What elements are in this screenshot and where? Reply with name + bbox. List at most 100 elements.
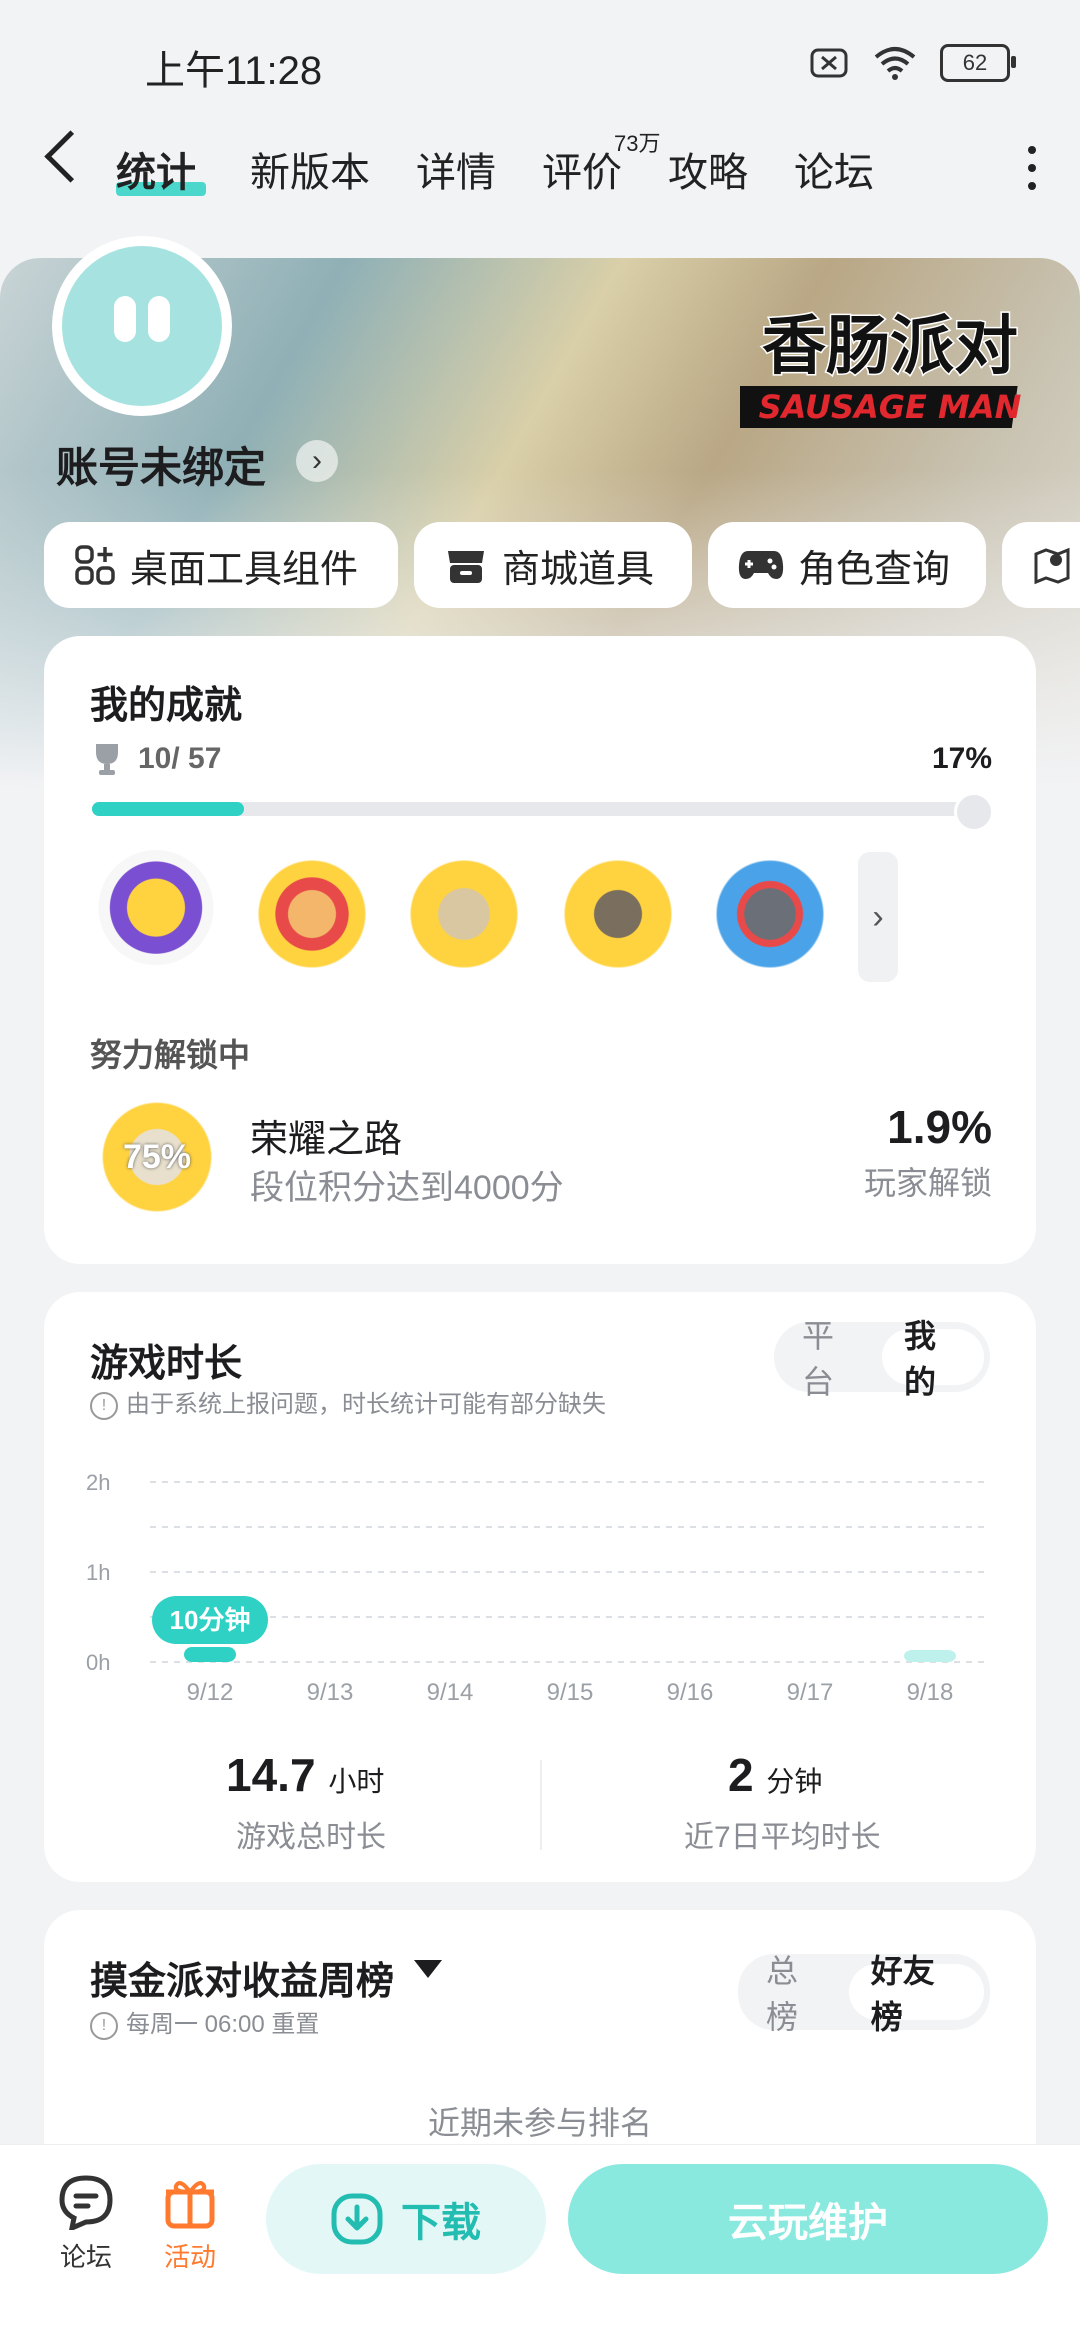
dropdown-caret-icon[interactable]: [414, 1960, 442, 1978]
unlocking-label: 努力解锁中: [90, 1037, 251, 1073]
playtime-bar[interactable]: [904, 1650, 956, 1662]
achievement-badge-4[interactable]: [554, 850, 682, 978]
playtime-title: 游戏时长: [90, 1343, 243, 1385]
playtime-bar[interactable]: [184, 1647, 236, 1662]
avg-playtime-unit: 分钟: [766, 1766, 823, 1797]
download-icon: [331, 2193, 383, 2245]
more-menu-icon[interactable]: [1028, 146, 1036, 190]
achievements-title: 我的成就: [90, 685, 243, 727]
y-tick-label: 2h: [86, 1470, 110, 1495]
y-tick-label: 0h: [86, 1650, 110, 1675]
wifi-icon: [874, 47, 916, 80]
avg-playtime-number: 2: [728, 1749, 754, 1801]
unlock-rate-label: 玩家解锁: [863, 1165, 992, 1201]
grid-plus-icon: [75, 545, 115, 585]
achievement-badge-1[interactable]: [92, 850, 220, 978]
total-playtime-unit: 小时: [328, 1766, 385, 1797]
avatar[interactable]: [52, 236, 232, 416]
gift-icon: [165, 2181, 215, 2229]
achievement-badge-2[interactable]: [248, 850, 376, 978]
achievements-progress-count: 10/ 57: [138, 742, 222, 775]
clock-icon: !: [90, 2011, 118, 2040]
account-status[interactable]: 账号未绑定: [56, 434, 266, 495]
playtime-note-text: 由于系统上报问题，时长统计可能有部分缺失: [126, 1391, 606, 1418]
x-tick-label: 9/14: [427, 1679, 474, 1706]
download-label: 下载: [401, 2201, 481, 2245]
playtime-note: ! 由于系统上报问题，时长统计可能有部分缺失: [90, 1384, 606, 1420]
info-icon: !: [90, 1391, 118, 1420]
avg-playtime-value: 2 分钟: [728, 1748, 822, 1802]
total-playtime-label: 游戏总时长: [236, 1821, 386, 1854]
toggle-overall[interactable]: 总榜: [744, 1953, 849, 2035]
ranking-reset-note: ! 每周一 06:00 重置: [90, 2004, 319, 2040]
trophy-icon: [96, 744, 118, 775]
progress-end-star-icon: [954, 792, 994, 832]
unlocking-desc: 段位积分达到4000分: [250, 1169, 564, 1207]
avg-playtime-label: 近7日平均时长: [684, 1821, 881, 1854]
total-playtime-number: 14.7: [226, 1749, 316, 1801]
tool-map-button[interactable]: [1002, 522, 1080, 608]
x-tick-label: 9/13: [307, 1679, 354, 1706]
unlocking-badge[interactable]: 75%: [92, 1092, 222, 1222]
reviews-count-badge: 73万: [614, 131, 661, 156]
logo-en-text: SAUSAGE MAN: [759, 388, 1022, 426]
x-tick-label: 9/15: [547, 1679, 594, 1706]
x-tick-label: 9/12: [187, 1679, 234, 1706]
bottom-activity-label: 活动: [163, 2242, 216, 2272]
achievements-progress-bar: [92, 802, 988, 816]
no-sim-icon: [810, 48, 848, 78]
playtime-chart: 2h 1h 0h 9/12 9/13 9/14 9/15 9/16 9/17 9/18 10分钟: [86, 1470, 990, 1706]
cloud-play-button[interactable]: 云玩维护: [568, 2164, 1048, 2274]
achievement-badge-5[interactable]: [706, 850, 834, 978]
ranking-empty: 近期未参与排名: [427, 2105, 652, 2141]
tool-character-button[interactable]: 角色查询: [708, 522, 986, 608]
tab-forum[interactable]: 论坛: [794, 140, 874, 198]
ranking-title[interactable]: 摸金派对收益周榜: [90, 1950, 394, 2005]
gamepad-icon: [738, 551, 784, 579]
tool-shop-label: 商城道具: [502, 548, 655, 591]
status-time: 上午11:28: [145, 49, 323, 93]
forum-icon: [59, 2175, 113, 2233]
badges-more-arrow[interactable]: ›: [858, 852, 898, 982]
tool-shop-button[interactable]: 商城道具: [414, 522, 692, 608]
tool-character-label: 角色查询: [798, 548, 951, 591]
tab-stats[interactable]: 统计: [116, 140, 196, 198]
achievement-badge-3[interactable]: [400, 850, 528, 978]
bottom-activity[interactable]: 活动: [150, 2174, 230, 2274]
unlocking-name: 荣耀之路: [250, 1119, 403, 1161]
x-tick-label: 9/16: [667, 1679, 714, 1706]
map-pin-icon: [1034, 547, 1070, 585]
battery-icon: 62: [940, 44, 1016, 82]
stat-divider: [540, 1760, 542, 1850]
tab-details[interactable]: 详情: [416, 140, 496, 198]
bottom-forum-label: 论坛: [59, 2242, 112, 2272]
y-tick-label: 1h: [86, 1560, 110, 1585]
toggle-friends[interactable]: 好友榜: [848, 1953, 984, 2035]
toggle-mine[interactable]: 我的: [882, 1318, 984, 1400]
chevron-right-icon[interactable]: ›: [296, 440, 338, 482]
game-logo: 香肠派对 SAUSAGE MAN: [731, 298, 1040, 438]
bar-tooltip-text: 10分钟: [170, 1605, 251, 1635]
achievements-progress-fill: [92, 802, 245, 816]
ranking-toggle: 总榜 好友榜: [738, 1953, 990, 2035]
bar-tooltip: 10分钟: [152, 1596, 268, 1644]
total-playtime-value: 14.7 小时: [226, 1748, 384, 1802]
tab-new-version[interactable]: 新版本: [250, 140, 370, 198]
shop-icon: [448, 551, 484, 583]
logo-cn-text: 香肠派对: [762, 310, 1018, 384]
back-icon[interactable]: [44, 130, 97, 183]
download-button[interactable]: 下载: [266, 2164, 546, 2274]
tab-guides[interactable]: 攻略: [668, 140, 748, 198]
bottom-forum[interactable]: 论坛: [46, 2174, 126, 2274]
achievements-percent: 17%: [931, 742, 992, 775]
tool-widgets-button[interactable]: 桌面工具组件: [44, 522, 398, 608]
unlock-rate: 1.9%: [887, 1101, 992, 1153]
status-icons: 62: [810, 44, 1016, 82]
playtime-toggle: 平台 我的: [774, 1318, 990, 1400]
x-tick-label: 9/17: [787, 1679, 834, 1706]
tab-reviews[interactable]: 评价: [542, 140, 622, 198]
x-tick-label: 9/18: [907, 1679, 954, 1706]
ranking-reset-text: 每周一 06:00 重置: [126, 2011, 320, 2038]
tool-widgets-label: 桌面工具组件: [130, 548, 359, 591]
toggle-platform[interactable]: 平台: [780, 1318, 882, 1400]
